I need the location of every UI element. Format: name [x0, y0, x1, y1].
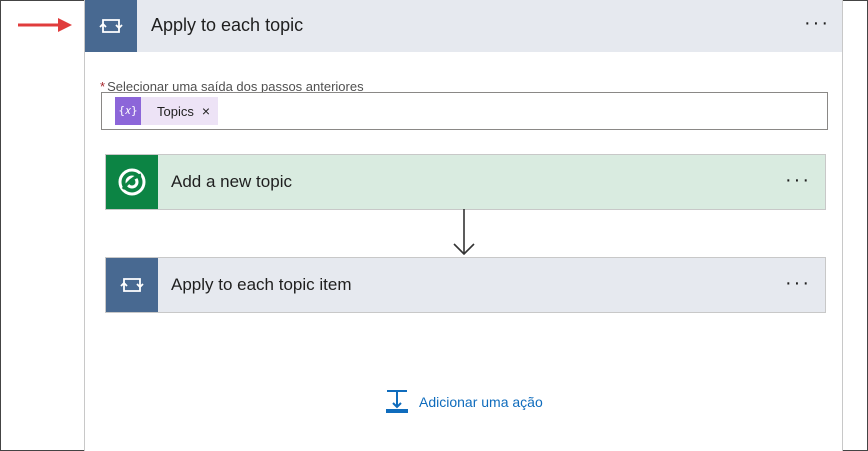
loop-title: Apply to each topic [151, 15, 304, 35]
loop-icon [106, 258, 158, 312]
add-action-label: Adicionar uma ação [419, 394, 543, 410]
previous-step-output-field[interactable]: {𝑥} Topics × [101, 92, 828, 130]
expression-icon: {𝑥} [115, 97, 141, 125]
down-arrow-connector-icon [453, 209, 475, 256]
add-new-topic-more-options-button[interactable]: ··· [785, 170, 811, 190]
loop-icon [85, 0, 137, 52]
apply-to-each-topic-item-card[interactable]: Apply to each topic item ··· [105, 257, 826, 313]
apply-to-each-topic-item-title: Apply to each topic item [171, 275, 352, 294]
loop-header[interactable]: Apply to each topic ··· [85, 0, 842, 52]
red-arrow-icon [18, 18, 72, 32]
add-action-icon [386, 390, 408, 413]
loop-more-options-button[interactable]: ··· [804, 13, 830, 33]
apply-to-each-topic-item-more-options-button[interactable]: ··· [785, 273, 811, 293]
topics-token[interactable]: {𝑥} Topics × [115, 97, 219, 125]
add-new-topic-card[interactable]: Add a new topic ··· [105, 154, 826, 210]
add-new-topic-title: Add a new topic [171, 172, 292, 191]
dataverse-icon [106, 155, 158, 209]
token-label: Topics [157, 103, 194, 119]
token-remove-button[interactable]: × [202, 103, 210, 119]
add-action-button[interactable]: Adicionar uma ação [385, 389, 543, 415]
